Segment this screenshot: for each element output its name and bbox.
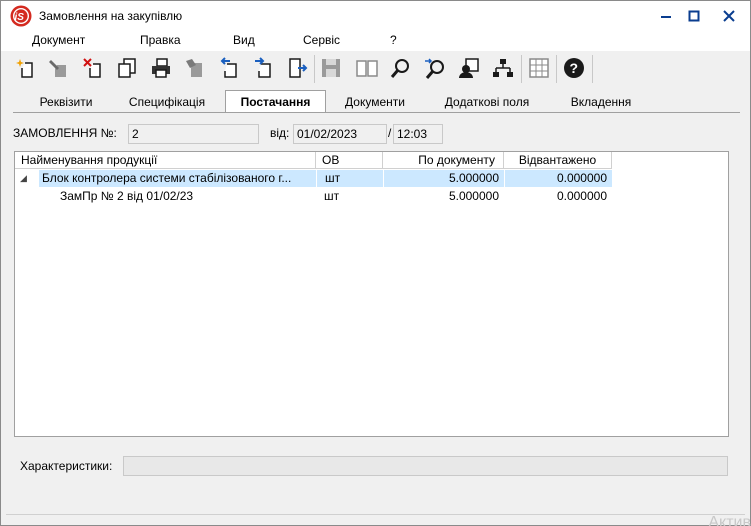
row-by-document: 5.000000 (383, 170, 504, 187)
print-icon (152, 58, 170, 78)
order-number-label: ЗАМОВЛЕННЯ №: (13, 126, 117, 140)
delete-doc-icon (83, 58, 101, 78)
export-button[interactable] (251, 55, 275, 81)
help-icon: ? (564, 58, 584, 78)
minimize-button[interactable] (652, 1, 680, 31)
table-row[interactable]: ◢ Блок контролера системи стабілізованог… (15, 170, 728, 187)
title-bar: iS Замовлення на закупівлю (1, 1, 750, 31)
table-icon (529, 58, 549, 78)
delete-doc-button[interactable] (81, 55, 105, 81)
close-button[interactable] (708, 1, 750, 31)
menu-service[interactable]: Сервіс (303, 33, 340, 47)
edit-doc-icon (49, 60, 66, 77)
copy-doc-button[interactable] (115, 55, 139, 81)
app-logo-icon: iS (10, 5, 32, 27)
tab-additional-fields[interactable]: Додаткові поля (431, 92, 543, 112)
expand-icon[interactable]: ◢ (20, 170, 32, 187)
save-icon (322, 59, 340, 77)
new-doc-icon (16, 59, 33, 78)
row-shipped: 0.000000 (556, 189, 607, 203)
characteristics-field[interactable] (123, 456, 728, 476)
characteristics-label: Характеристики: (20, 459, 113, 473)
import-icon (220, 57, 237, 78)
tab-requisites[interactable]: Реквізити (26, 92, 106, 112)
menu-help[interactable]: ? (390, 33, 397, 47)
user-card-button[interactable] (457, 55, 481, 81)
column-header-by-document[interactable]: По документу (383, 152, 504, 169)
column-header-product[interactable]: Найменування продукції (15, 152, 316, 169)
import-button[interactable] (217, 55, 241, 81)
table-button[interactable] (527, 55, 551, 81)
column-header-unit[interactable]: ОВ (316, 152, 383, 169)
open-book-icon (356, 60, 378, 77)
tab-supply[interactable]: Постачання (225, 90, 326, 113)
row-product-name: ЗамПр № 2 від 01/02/23 (60, 189, 194, 203)
order-time-field[interactable]: 12:03 (393, 124, 443, 144)
menu-view[interactable]: Вид (233, 33, 255, 47)
maximize-icon (688, 10, 700, 22)
activation-watermark: Актив (708, 514, 751, 526)
hierarchy-icon (493, 59, 513, 77)
menu-edit[interactable]: Правка (140, 33, 181, 47)
move-icon (289, 58, 308, 78)
tab-documents[interactable]: Документи (333, 92, 417, 112)
date-time-separator: / (388, 126, 392, 140)
minimize-icon (661, 16, 671, 18)
menu-document[interactable]: Документ (32, 33, 85, 47)
hierarchy-button[interactable] (491, 55, 515, 81)
find-next-button[interactable] (423, 55, 447, 81)
save-button[interactable] (319, 55, 343, 81)
menu-bar: Документ Правка Вид Сервіс ? (1, 31, 750, 51)
export-icon (255, 57, 271, 78)
user-card-icon (459, 58, 479, 78)
row-by-document: 5.000000 (448, 189, 499, 203)
order-number-field[interactable]: 2 (128, 124, 259, 144)
svg-text:iS: iS (15, 12, 25, 23)
print-button[interactable] (149, 55, 173, 81)
row-product-name: Блок контролера системи стабілізованого … (39, 170, 316, 187)
open-book-button[interactable] (355, 55, 379, 81)
toolbar: ? (1, 51, 750, 85)
tab-attachments[interactable]: Вкладення (557, 92, 645, 112)
date-label: від: (270, 126, 290, 140)
column-header-shipped[interactable]: Відвантажено (504, 152, 612, 169)
find-icon (390, 59, 409, 78)
row-unit: шт (316, 170, 383, 187)
erase-icon (186, 59, 202, 77)
window-title: Замовлення на закупівлю (39, 9, 183, 23)
row-unit: шт (324, 189, 340, 203)
move-button[interactable] (285, 55, 309, 81)
copy-doc-icon (118, 58, 136, 78)
close-icon (723, 10, 735, 22)
edit-doc-button[interactable] (47, 55, 71, 81)
table-row[interactable]: ЗамПр № 2 від 01/02/23 шт 5.000000 0.000… (15, 188, 728, 205)
svg-text:?: ? (570, 60, 579, 76)
help-button[interactable]: ? (562, 55, 586, 81)
main-window: iS Замовлення на закупівлю Документ Прав… (0, 0, 751, 526)
find-button[interactable] (389, 55, 413, 81)
new-doc-button[interactable] (13, 55, 37, 81)
erase-button[interactable] (183, 55, 207, 81)
supply-grid: Найменування продукції ОВ По документу В… (14, 151, 729, 437)
row-shipped: 0.000000 (504, 170, 612, 187)
find-next-icon (425, 58, 444, 79)
tab-specification[interactable]: Специфікація (116, 92, 218, 112)
order-date-field[interactable]: 01/02/2023 (293, 124, 387, 144)
maximize-button[interactable] (680, 1, 708, 31)
